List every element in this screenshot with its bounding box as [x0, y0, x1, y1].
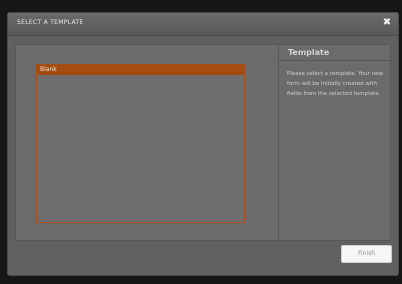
- dialog-header: SELECT A TEMPLATE ✖: [8, 13, 398, 36]
- info-title: Template: [288, 48, 330, 57]
- select-template-dialog: SELECT A TEMPLATE ✖ Blank Template Pleas…: [7, 12, 399, 276]
- template-info-pane: Template Please select a template. Your …: [278, 45, 390, 240]
- info-description: Please select a template. Your new form …: [287, 71, 383, 97]
- template-item-blank[interactable]: Blank: [37, 65, 244, 75]
- close-icon[interactable]: ✖: [380, 16, 394, 30]
- dialog-title: SELECT A TEMPLATE: [17, 19, 84, 26]
- content-panel: Blank Template Please select a template.…: [15, 44, 391, 241]
- template-list[interactable]: Blank: [36, 64, 245, 223]
- finish-button[interactable]: Finish: [341, 245, 392, 263]
- template-list-area: Blank: [16, 45, 278, 240]
- info-header: Template: [279, 45, 390, 61]
